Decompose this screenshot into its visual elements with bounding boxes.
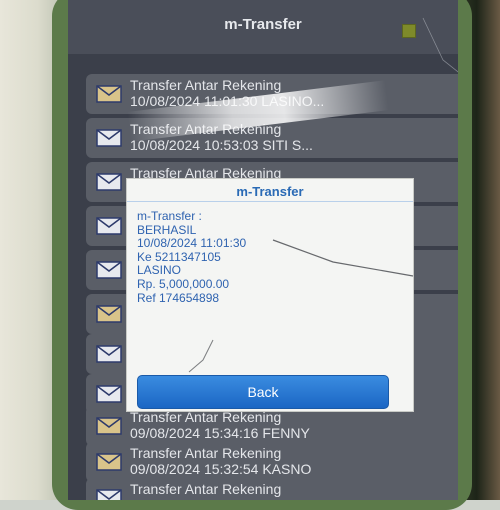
- item-title: Transfer Antar Rekening: [130, 445, 282, 461]
- envelope-icon: [96, 129, 122, 147]
- envelope-icon: [96, 417, 122, 435]
- envelope-icon: [96, 261, 122, 279]
- dialog-divider: [127, 201, 413, 202]
- dialog-message: m-Transfer : BERHASIL 10/08/2024 11:01:3…: [137, 209, 407, 305]
- menu-square-icon[interactable]: [402, 24, 416, 38]
- dialog-line-reference: Ref 174654898: [137, 290, 220, 305]
- dialog-line-destination: Ke 5211347105: [137, 249, 221, 264]
- item-title: Transfer Antar Rekening: [130, 77, 282, 93]
- app-title: m-Transfer: [224, 16, 302, 33]
- dialog-line-amount: Rp. 5,000,000.00: [137, 276, 230, 291]
- envelope-icon: [96, 173, 122, 191]
- item-subtitle: 10/08/2024 11:01:30 LASINO...: [130, 93, 325, 109]
- envelope-icon: [96, 217, 122, 235]
- list-item[interactable]: Transfer Antar Rekening 09/08/2024 15:32…: [86, 442, 458, 482]
- envelope-icon: [96, 489, 122, 500]
- item-subtitle: 09/08/2024 15:32:54 KASNO: [130, 461, 312, 477]
- list-item[interactable]: Transfer Antar Rekening: [86, 478, 458, 500]
- dialog-title: m-Transfer: [236, 184, 304, 199]
- transfer-result-dialog: m-Transfer m-Transfer : BERHASIL 10/08/2…: [126, 178, 414, 412]
- item-subtitle: 09/08/2024 15:34:16 FENNY: [130, 425, 310, 441]
- dialog-line-label: m-Transfer :: [137, 209, 202, 223]
- phone-screen: m-Transfer Transfer Antar Rekening 10/08…: [68, 0, 458, 500]
- item-subtitle: 10/08/2024 10:53:03 SITI S...: [130, 137, 313, 153]
- envelope-icon: [96, 453, 122, 471]
- list-item[interactable]: Transfer Antar Rekening 10/08/2024 10:53…: [86, 118, 458, 158]
- item-title: Transfer Antar Rekening: [130, 121, 282, 137]
- app-header: m-Transfer: [68, 0, 458, 54]
- dialog-line-status: BERHASIL: [137, 222, 197, 237]
- list-item[interactable]: Transfer Antar Rekening 10/08/2024 11:01…: [86, 74, 458, 114]
- dialog-line-recipient: LASINO: [137, 263, 182, 278]
- back-button[interactable]: Back: [137, 375, 389, 409]
- envelope-icon: [96, 345, 122, 363]
- envelope-icon: [96, 305, 122, 323]
- envelope-icon: [96, 385, 122, 403]
- item-title: Transfer Antar Rekening: [130, 481, 282, 497]
- list-item[interactable]: Transfer Antar Rekening 09/08/2024 15:34…: [86, 406, 458, 446]
- dialog-line-datetime: 10/08/2024 11:01:30: [137, 236, 247, 251]
- envelope-icon: [96, 85, 122, 103]
